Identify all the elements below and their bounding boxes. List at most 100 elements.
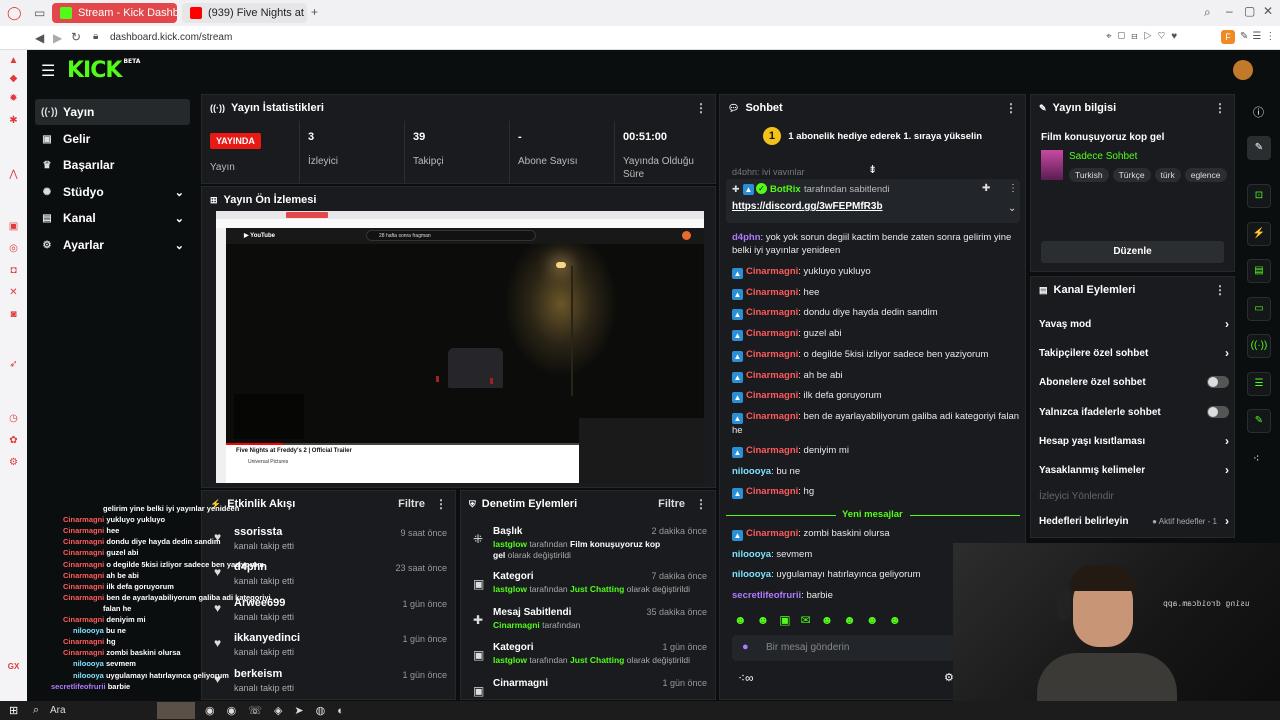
list-dock-icon[interactable]: ▤ (1247, 259, 1271, 283)
extension-icons[interactable]: ⌖▢⊟▷♡♥ (1106, 31, 1183, 42)
action-slow-mode[interactable]: Yavaş mod › (1039, 311, 1229, 337)
x-icon[interactable]: ✕ (7, 286, 20, 299)
subscribers-only-toggle[interactable] (1207, 376, 1229, 388)
instagram-icon[interactable]: ◘ (7, 264, 20, 277)
nav-item-basarilar[interactable]: ♛ Başarılar (35, 152, 190, 178)
back-icon[interactable]: ◀ (35, 31, 44, 45)
mod-filter-button[interactable]: Filtre (658, 498, 685, 510)
taskbar-apps[interactable]: ◉◉☏◈➤◍◐ (205, 704, 356, 717)
chat-username[interactable]: Cinarmagni (746, 390, 798, 401)
chat-username[interactable]: niloooya (732, 466, 771, 477)
star-icon[interactable]: ✱ (7, 114, 20, 127)
action-followers-only[interactable]: Takipçilere özel sohbet › (1039, 340, 1229, 366)
pinned-link[interactable]: https://discord.gg/3wFEPMfR3b (732, 201, 883, 212)
search-icon[interactable]: ⌕ (1204, 5, 1211, 20)
user-avatar[interactable] (1233, 60, 1253, 80)
chat-username[interactable]: Cinarmagni (746, 411, 798, 422)
chat-username[interactable]: Cinarmagni (746, 528, 798, 539)
history-icon[interactable]: ◷ (7, 412, 20, 425)
taskbar-search-icon[interactable]: ⌕ (33, 704, 39, 717)
more-icon[interactable]: ⋮ (1005, 101, 1017, 115)
feed-filter-button[interactable]: Filtre (398, 498, 425, 510)
settings-side-icon[interactable]: ⚙ (7, 456, 20, 469)
nav-item-studyo[interactable]: ✺ Stüdyo ⌄ (35, 179, 190, 205)
more-icon[interactable]: ⋮ (1214, 283, 1226, 297)
chat-dock-icon[interactable]: ▭ (1247, 297, 1271, 321)
more-icon[interactable]: ⋮ (695, 101, 707, 115)
more-icon[interactable]: ⋮ (695, 497, 707, 511)
windows-start-icon[interactable]: ⊞ (9, 704, 18, 717)
edit-dock-icon[interactable]: ✎ (1247, 136, 1271, 160)
nav-item-yayin[interactable]: ((·)) Yayın (35, 99, 190, 125)
camera-dock-icon[interactable]: ⊡ (1247, 184, 1271, 208)
tab-kick-dashboard[interactable]: Stream - Kick Dashboard (52, 3, 177, 23)
action-set-goals[interactable]: Hedefleri belirleyin ● Aktif hedefler - … (1039, 508, 1229, 534)
taskbar-thumbnail[interactable] (157, 702, 195, 719)
category-name[interactable]: Sadece Sohbet (1069, 151, 1137, 162)
hamburger-icon[interactable]: ☰ (41, 61, 55, 81)
profile-avatar[interactable]: F (1221, 30, 1235, 44)
chat-username[interactable]: Cinarmagni (746, 328, 798, 339)
stream-preview-video[interactable]: ▶ YouTube 28 hafta sonra fragman Five Ni… (216, 211, 704, 483)
chat-input[interactable]: Bir mesaj gönderin (766, 642, 849, 653)
crypto-icon[interactable]: ◆ (7, 72, 20, 85)
chat-username[interactable]: d4phn (732, 232, 761, 243)
aria-icon[interactable]: ▲ (7, 54, 20, 67)
forward-icon[interactable]: ▶ (53, 31, 62, 45)
whatsapp-icon[interactable]: ◎ (7, 242, 20, 255)
discord-icon[interactable]: ◙ (7, 308, 20, 321)
pinned-more-icon[interactable]: ⋮ (1008, 183, 1018, 194)
chat-username[interactable]: niloooya (732, 569, 771, 580)
twitch-icon[interactable]: ▣ (7, 220, 20, 233)
chat-username[interactable]: Cinarmagni (746, 349, 798, 360)
info-icon[interactable]: ⓘ (1253, 104, 1264, 120)
extensions-menu-icon[interactable]: ✎☰⋮ (1240, 31, 1279, 42)
gift-banner[interactable]: 1 1 abonelik hediye ederek 1. sıraya yük… (720, 127, 1025, 157)
chat-username[interactable]: niloooya (732, 549, 771, 560)
action-account-age[interactable]: Hesap yaşı kısıtlaması › (1039, 428, 1229, 454)
opera-logo-icon[interactable]: ◯ (7, 5, 22, 21)
more-icon[interactable]: ⋮ (1214, 101, 1226, 115)
nav-item-gelir[interactable]: ▣ Gelir (35, 126, 190, 152)
arc-icon[interactable]: ⋀ (7, 168, 20, 181)
more-icon[interactable]: ⋮ (435, 497, 447, 511)
microphone-icon[interactable]: ● (742, 641, 749, 653)
nav-item-ayarlar[interactable]: ⚙ Ayarlar ⌄ (35, 232, 190, 258)
chat-username[interactable]: Cinarmagni (746, 445, 798, 456)
action-banned-words[interactable]: Yasaklanmış kelimeler › (1039, 457, 1229, 483)
broadcast-dock-icon[interactable]: ((·)) (1247, 334, 1271, 358)
emote-only-toggle[interactable] (1207, 406, 1229, 418)
tab-menu-icon[interactable]: ▭ (34, 6, 45, 20)
chat-users-icon[interactable]: ⁖∞ (738, 671, 754, 685)
bug-icon[interactable]: ✹ (7, 92, 20, 105)
new-tab-button[interactable]: + (311, 5, 318, 19)
community-icon[interactable]: ⁖ (1253, 452, 1259, 465)
chat-username[interactable]: Cinarmagni (746, 287, 798, 298)
chat-username[interactable]: Cinarmagni (746, 307, 798, 318)
cube-icon[interactable]: ✿ (7, 434, 20, 447)
kick-logo[interactable]: KICK BETA (67, 58, 140, 83)
chat-input-box[interactable]: ● Bir mesaj gönderin (732, 635, 954, 661)
stack-dock-icon[interactable]: ☰ (1247, 372, 1271, 396)
chevron-down-icon[interactable]: ⌄ (1008, 203, 1016, 214)
minimize-icon[interactable]: – (1226, 4, 1233, 18)
maximize-icon[interactable]: ▢ (1244, 4, 1255, 18)
edit-button[interactable]: Düzenle (1041, 241, 1224, 263)
chat-username[interactable]: Cinarmagni (746, 486, 798, 497)
taskbar-search[interactable]: Ara (50, 705, 66, 716)
chat-username[interactable]: secretlifeofrurii (732, 590, 801, 601)
nav-item-kanal[interactable]: ▤ Kanal ⌄ (35, 205, 190, 231)
flow-icon[interactable]: ➶ (7, 358, 20, 371)
reload-icon[interactable]: ↻ (71, 30, 81, 44)
tab-youtube[interactable]: (939) Five Nights at Fredd... (182, 3, 307, 23)
wrench-dock-icon[interactable]: ✎ (1247, 409, 1271, 433)
chat-username[interactable]: Cinarmagni (746, 266, 798, 277)
scroll-down-icon[interactable]: ⇟ (868, 163, 877, 176)
bolt-dock-icon[interactable]: ⚡ (1247, 222, 1271, 246)
gx-icon[interactable]: GX (7, 660, 20, 673)
url-field[interactable]: dashboard.kick.com/stream (110, 32, 232, 43)
pinned-user[interactable]: BotRix (770, 184, 801, 195)
close-window-icon[interactable]: ✕ (1263, 4, 1273, 18)
unpin-icon[interactable]: ✚ (982, 183, 990, 194)
chat-username[interactable]: Cinarmagni (746, 370, 798, 381)
